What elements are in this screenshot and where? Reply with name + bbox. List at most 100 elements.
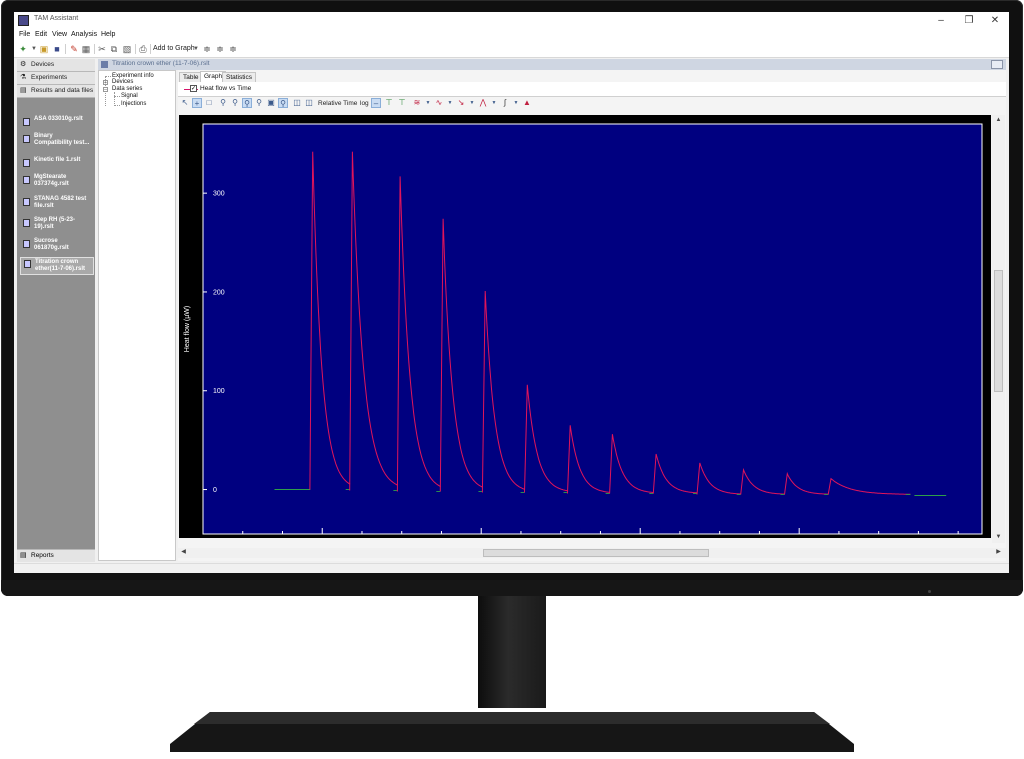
file-item[interactable]: ASA 033010g.rslt bbox=[20, 116, 94, 126]
toolbar-separator bbox=[94, 44, 95, 54]
nav-devices[interactable]: ⚙ Devices bbox=[17, 59, 95, 72]
y-tick-label: 200 bbox=[213, 289, 225, 296]
tree-connector bbox=[105, 76, 111, 77]
tree-data-series[interactable]: Data series bbox=[112, 86, 142, 92]
copy-icon[interactable]: ⧉ bbox=[109, 44, 119, 54]
zoom-out-icon[interactable]: ⚲ bbox=[254, 98, 264, 108]
dropdown-arrow-icon[interactable]: ▼ bbox=[467, 98, 477, 108]
scroll-up-icon[interactable]: ▲ bbox=[994, 116, 1003, 125]
vertical-scrollbar[interactable]: ▲ ▼ bbox=[992, 115, 1005, 543]
graph-line-compare-icon[interactable]: ≑ bbox=[228, 44, 238, 54]
paste-icon[interactable]: ▧ bbox=[122, 44, 132, 54]
scroll-down-icon[interactable]: ▼ bbox=[994, 533, 1003, 542]
edit-pencil-icon[interactable]: ✎ bbox=[69, 44, 79, 54]
dropdown-arrow-icon[interactable]: ▼ bbox=[29, 44, 39, 54]
app-icon bbox=[18, 15, 29, 26]
zoom-x-icon[interactable]: ⚲ bbox=[230, 98, 240, 108]
file-item[interactable]: Kinetic file 1.rslt bbox=[20, 157, 94, 167]
cut-icon[interactable]: ✂ bbox=[97, 44, 107, 54]
heat-flow-chart[interactable]: 0100200300 0:401:001:201:40 Heat flow (µ… bbox=[179, 115, 991, 547]
monitor-chin bbox=[1, 580, 1023, 596]
new-icon[interactable]: ✦ bbox=[18, 44, 28, 54]
menu-edit[interactable]: Edit bbox=[35, 31, 47, 38]
horizontal-scrollbar[interactable]: ◀ ▶ bbox=[178, 548, 1006, 558]
baseline-tool-icon[interactable]: ⊤ bbox=[384, 98, 394, 108]
monitor-stand-neck bbox=[478, 596, 546, 708]
tree-injections[interactable]: Injections bbox=[121, 101, 146, 107]
vertical-scroll-thumb[interactable] bbox=[994, 270, 1003, 392]
graph-line-alt-icon[interactable]: ≑ bbox=[215, 44, 225, 54]
zoom-fit-icon[interactable]: ▣ bbox=[266, 98, 276, 108]
menu-help[interactable]: Help bbox=[101, 31, 115, 38]
fit-width-icon[interactable]: ◫ bbox=[292, 98, 302, 108]
file-item[interactable]: MgStearate 037374g.rslt bbox=[20, 174, 94, 190]
decay-icon[interactable]: ∿ bbox=[434, 98, 444, 108]
tree-devices[interactable]: Devices bbox=[112, 79, 133, 85]
menu-analysis[interactable]: Analysis bbox=[71, 31, 97, 38]
document-restore-button[interactable] bbox=[991, 60, 1003, 69]
window-titlebar: TAM Assistant – ❐ ✕ bbox=[14, 12, 1009, 30]
plot-frame[interactable]: 0100200300 0:401:001:201:40 Heat flow (µ… bbox=[179, 115, 991, 547]
file-item-selected[interactable]: Titration crown ether(11-7-06).rslt bbox=[20, 257, 94, 275]
scroll-left-icon[interactable]: ◀ bbox=[179, 548, 188, 557]
tab-table[interactable]: Table bbox=[179, 72, 203, 82]
nav-experiments[interactable]: ⚗ Experiments bbox=[17, 72, 95, 85]
zoom-in-icon[interactable]: ⚲ bbox=[242, 98, 252, 108]
tab-statistics[interactable]: Statistics bbox=[222, 72, 257, 82]
select-region-icon[interactable]: □ bbox=[204, 98, 214, 108]
dropdown-arrow-icon[interactable]: ▼ bbox=[511, 98, 521, 108]
graph-line-icon[interactable]: ≑ bbox=[202, 44, 212, 54]
slope-icon[interactable]: ↘ bbox=[456, 98, 466, 108]
properties-icon[interactable]: ▦ bbox=[81, 44, 91, 54]
tree-collapse-data-series-icon[interactable]: – bbox=[103, 87, 108, 93]
peak-icon[interactable]: ⋀ bbox=[478, 98, 488, 108]
integral-icon[interactable]: ∫ bbox=[500, 98, 510, 108]
menu-file[interactable]: File bbox=[19, 31, 30, 38]
relative-time-toggle[interactable]: Relative Time bbox=[318, 100, 357, 107]
fit-height-icon[interactable]: ◫ bbox=[304, 98, 314, 108]
series-visible-checkbox[interactable]: ✓ bbox=[190, 85, 197, 92]
close-button[interactable]: ✕ bbox=[982, 12, 1008, 30]
open-folder-icon[interactable]: ▣ bbox=[39, 44, 49, 54]
save-icon[interactable]: ■ bbox=[52, 44, 62, 54]
tree-signal[interactable]: Signal bbox=[121, 93, 138, 99]
dropdown-arrow-icon[interactable]: ▼ bbox=[423, 98, 433, 108]
monitor-stand-base bbox=[170, 712, 854, 752]
results-icon: ▤ bbox=[20, 87, 27, 94]
tree-expand-devices-icon[interactable]: + bbox=[103, 80, 108, 86]
window-title: TAM Assistant bbox=[34, 15, 79, 22]
horizontal-scroll-thumb[interactable] bbox=[483, 549, 709, 557]
peak-multi-icon[interactable]: ≋ bbox=[412, 98, 422, 108]
result-tree: Experiment info + Devices – Data series … bbox=[98, 70, 176, 561]
restore-button[interactable]: ❐ bbox=[956, 12, 982, 30]
result-file-icon bbox=[23, 159, 30, 167]
file-item[interactable]: Sucrose 061870g.rslt bbox=[20, 238, 94, 254]
file-item[interactable]: Binary Compatibility test... bbox=[20, 133, 94, 149]
nav-reports[interactable]: ▤ Reports bbox=[17, 549, 95, 562]
dropdown-arrow-icon[interactable]: ▼ bbox=[445, 98, 455, 108]
add-to-graph-dropdown-icon[interactable]: ▼ bbox=[191, 44, 201, 54]
pointer-icon[interactable]: ↖ bbox=[180, 98, 190, 108]
scroll-right-icon[interactable]: ▶ bbox=[994, 548, 1003, 557]
status-bar bbox=[14, 563, 1009, 573]
result-file-icon bbox=[24, 260, 31, 268]
menu-view[interactable]: View bbox=[52, 31, 67, 38]
file-item[interactable]: STANAG 4582 test file.rslt bbox=[20, 196, 94, 212]
baseline-range-icon[interactable]: ⊤ bbox=[397, 98, 407, 108]
peak-area-icon[interactable]: ▲ bbox=[522, 98, 532, 108]
minimize-button[interactable]: – bbox=[928, 12, 954, 30]
print-icon[interactable]: ⎙ bbox=[138, 44, 148, 54]
navigation-pane: ⚙ Devices ⚗ Experiments ▤ Results and da… bbox=[17, 59, 95, 562]
reports-icon: ▤ bbox=[20, 552, 27, 559]
log-scale-toggle[interactable]: log bbox=[360, 100, 369, 107]
file-item[interactable]: Step RH (5-23-19).rslt bbox=[20, 217, 94, 233]
result-file-icon bbox=[23, 135, 30, 143]
crosshair-icon[interactable]: + bbox=[192, 98, 202, 108]
dropdown-arrow-icon[interactable]: ▼ bbox=[489, 98, 499, 108]
add-to-graph-button[interactable]: Add to Graph bbox=[153, 45, 195, 52]
nav-results[interactable]: ▤ Results and data files bbox=[17, 85, 95, 98]
toolbar-separator bbox=[135, 44, 136, 54]
zoom-region-icon[interactable]: ⚲ bbox=[218, 98, 228, 108]
baseline-icon[interactable]: – bbox=[371, 98, 381, 108]
zoom-auto-icon[interactable]: ⚲ bbox=[278, 98, 288, 108]
